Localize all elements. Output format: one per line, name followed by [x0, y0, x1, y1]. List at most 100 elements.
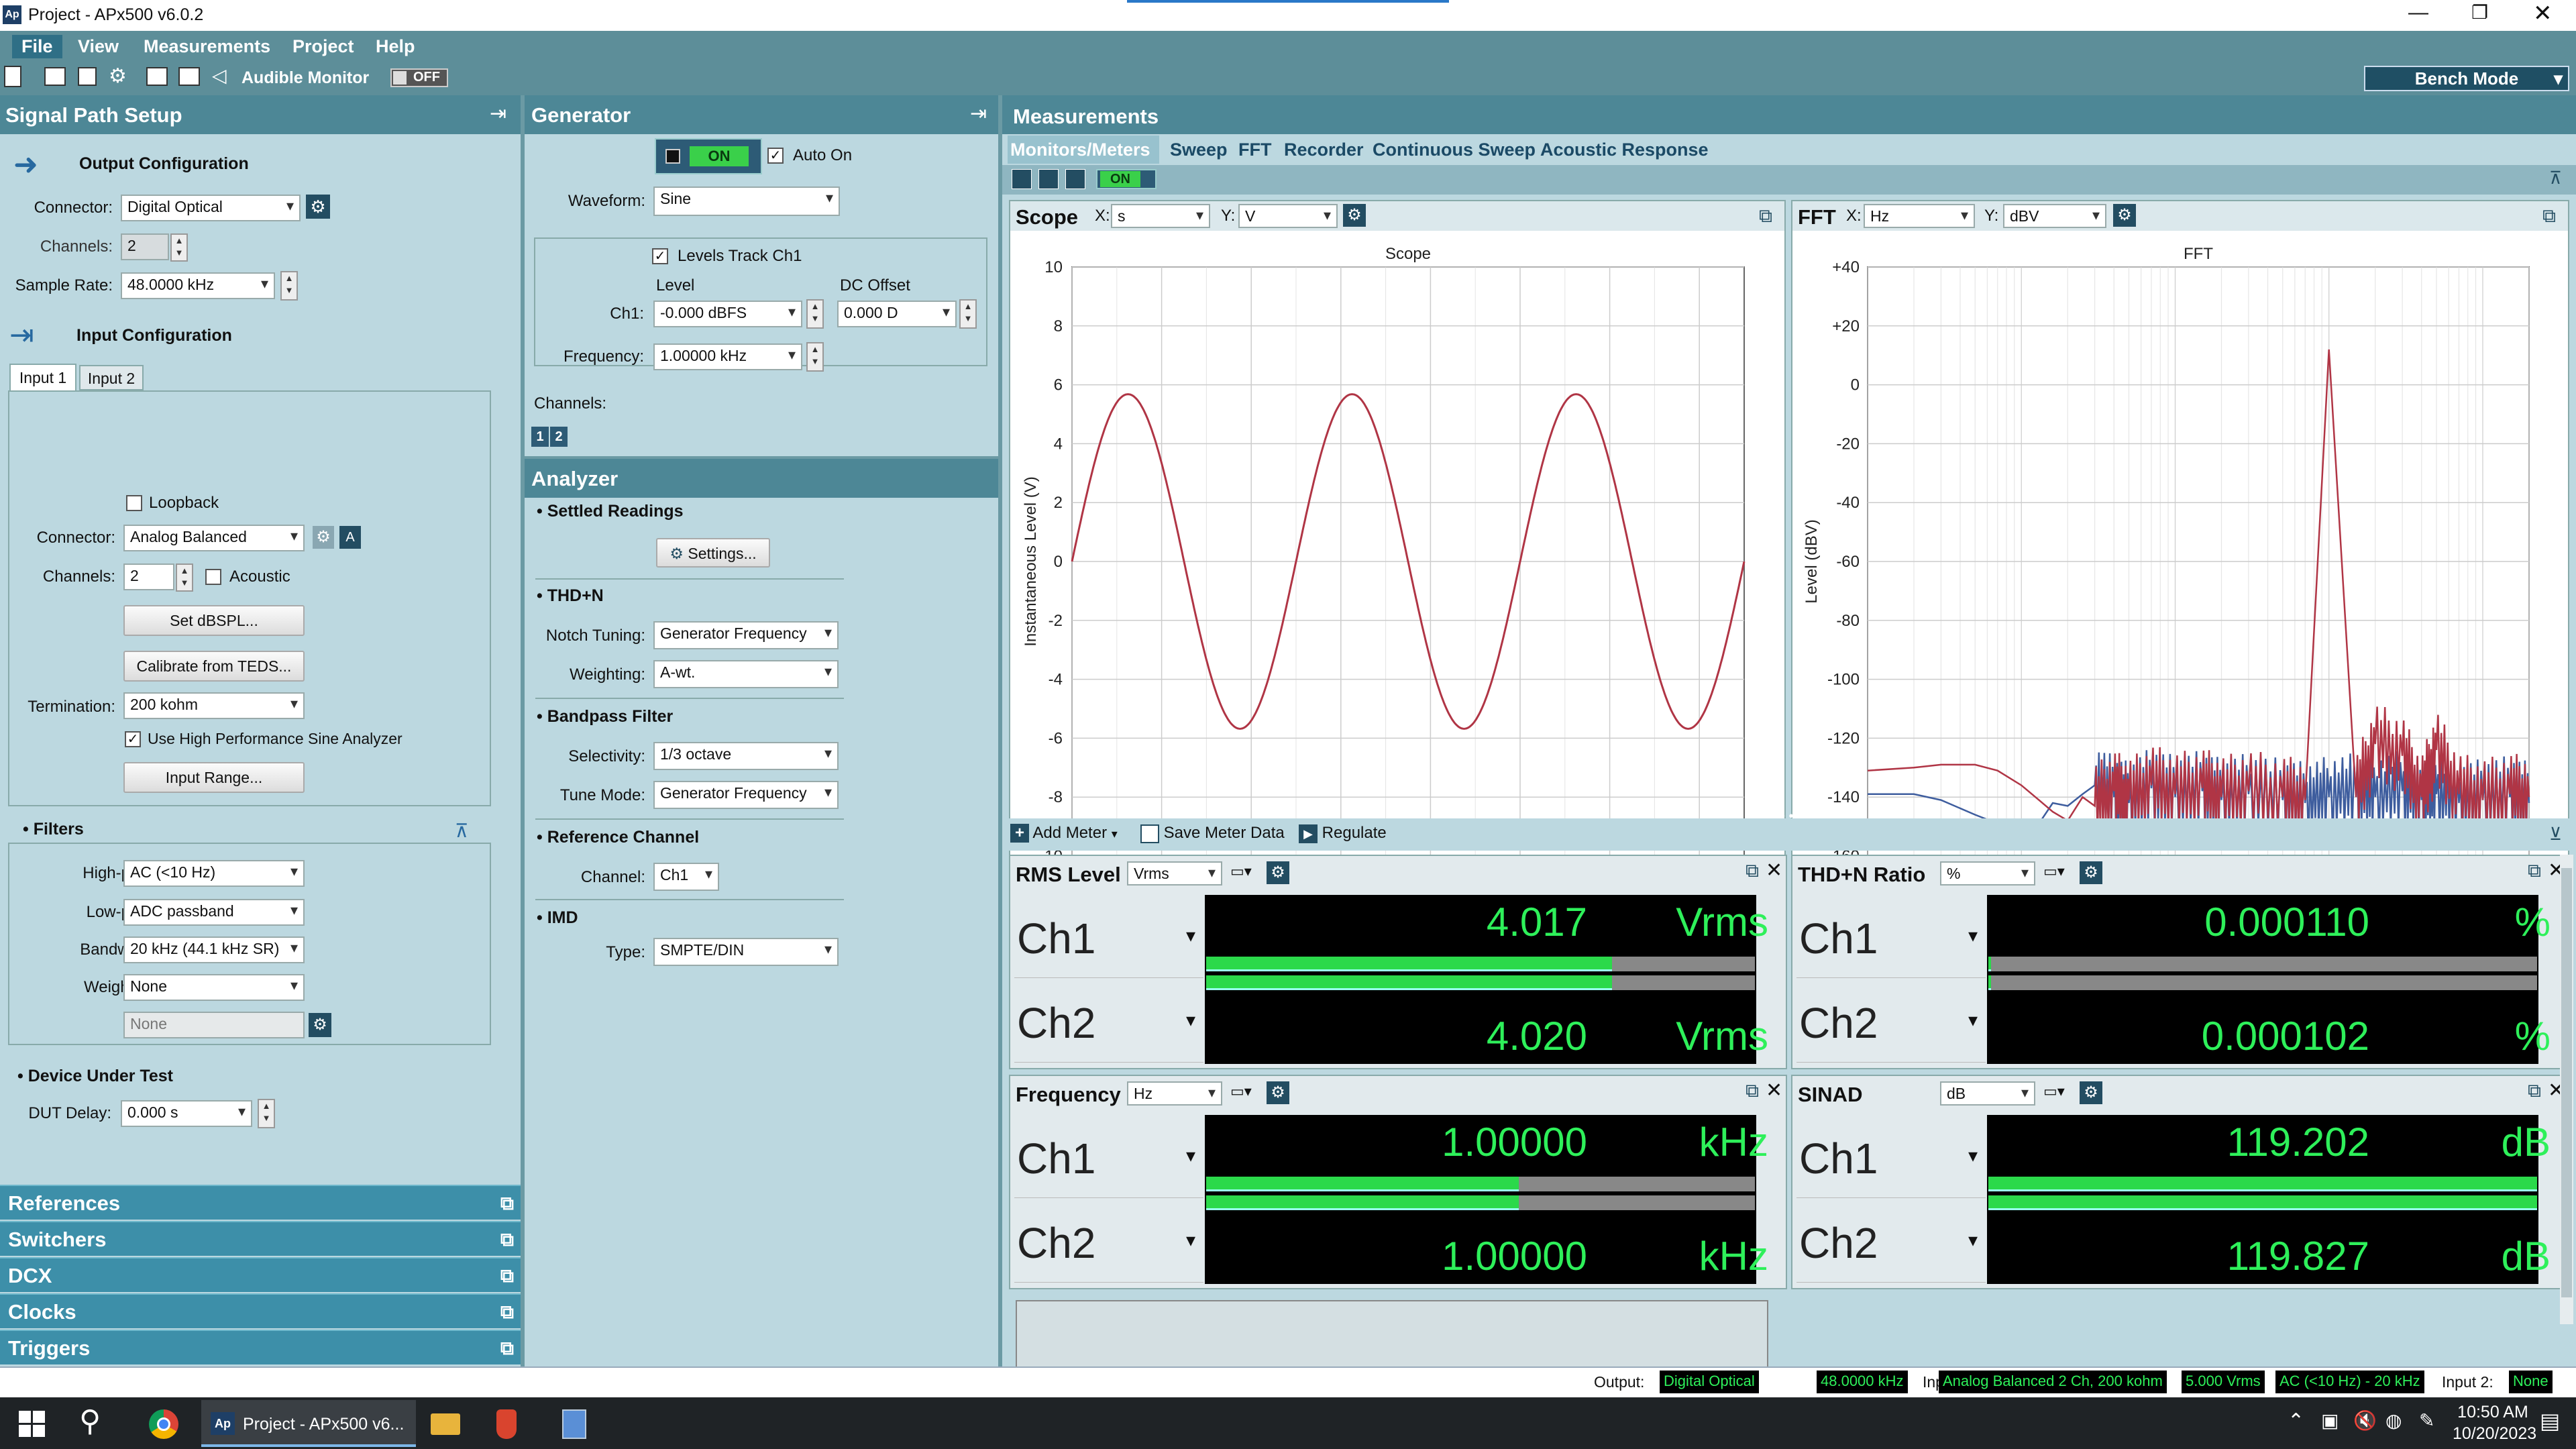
fft-x-select[interactable]: Hz	[1864, 204, 1975, 228]
meter-settings-icon[interactable]: ⚙	[2080, 861, 2102, 884]
meter-settings-icon[interactable]: ⚙	[1267, 1081, 1289, 1104]
meter-graph-icon[interactable]: ▭▾	[2043, 863, 2076, 883]
waveform-select[interactable]: Sine	[653, 186, 840, 216]
dut-delay-select[interactable]: 0.000 s	[121, 1100, 252, 1127]
new-file-icon[interactable]	[4, 66, 21, 87]
pin-icon[interactable]: ⊻	[2549, 824, 2562, 845]
high-perf-checkbox[interactable]: ✓	[125, 731, 141, 747]
chevron-down-icon[interactable]: ▾	[1186, 924, 1195, 947]
chevron-up-icon[interactable]: ⌃	[2288, 1409, 2304, 1433]
scope-y-select[interactable]: V	[1238, 204, 1338, 228]
acoustic-settings-icon[interactable]: A	[339, 526, 361, 549]
tab-continuous-sweep[interactable]: Continuous Sweep	[1373, 140, 1536, 160]
tune-select[interactable]: Generator Frequency	[653, 781, 839, 809]
eq-field[interactable]: None	[123, 1012, 305, 1038]
scroll-thumb[interactable]	[2561, 868, 2572, 1297]
taskbar-apx-app[interactable]: Ap Project - APx500 v6...	[201, 1400, 416, 1447]
popout-icon[interactable]: ⧉	[2528, 1080, 2541, 1102]
chevron-down-icon[interactable]: ▾	[1186, 1229, 1195, 1251]
chrome-icon[interactable]	[149, 1409, 178, 1439]
termination-select[interactable]: 200 kohm	[123, 692, 305, 719]
close-icon[interactable]: ✕	[1766, 859, 1782, 882]
meter-unit-select[interactable]: Hz	[1127, 1081, 1222, 1106]
auto-on-checkbox[interactable]: ✓	[767, 148, 784, 164]
meter-settings-icon[interactable]: ⚙	[2080, 1081, 2102, 1104]
clock-date[interactable]: 10/20/2023	[2453, 1424, 2536, 1444]
chevron-down-icon[interactable]: ▾	[1186, 1009, 1195, 1031]
ch1-level-select[interactable]: -0.000 dBFS	[653, 301, 802, 327]
tab-input-1[interactable]: Input 1	[9, 364, 76, 390]
sequence-icon[interactable]	[146, 67, 168, 86]
save-icon[interactable]	[78, 67, 97, 86]
audible-monitor-toggle[interactable]: OFF	[390, 68, 448, 87]
menu-project[interactable]: Project	[292, 36, 354, 57]
camera-icon[interactable]: ▣	[2321, 1409, 2339, 1432]
graph-icon[interactable]	[1065, 169, 1085, 189]
menu-file[interactable]: File	[12, 35, 62, 58]
popout-icon[interactable]: ⧉	[2528, 860, 2541, 882]
close-icon[interactable]: ✕	[2533, 0, 2553, 27]
meas-on-toggle[interactable]: ON	[1096, 169, 1157, 189]
in-channels-field[interactable]: 2	[123, 564, 174, 590]
meter-graph-icon[interactable]: ▭▾	[1230, 863, 1263, 883]
paint-icon[interactable]	[496, 1409, 517, 1439]
dut-delay-stepper[interactable]: ▲ ▼	[258, 1099, 275, 1128]
sequence-icon[interactable]	[1038, 169, 1059, 189]
selectivity-select[interactable]: 1/3 octave	[653, 742, 839, 770]
regulate-button[interactable]: ▶ Regulate	[1299, 824, 1387, 843]
out-connector-settings-icon[interactable]: ⚙	[306, 195, 330, 219]
chevron-down-icon[interactable]: ▾	[1968, 924, 1978, 947]
set-dbspl-button[interactable]: Set dBSPL...	[123, 605, 305, 636]
save-meter-button[interactable]: Save Meter Data	[1140, 824, 1285, 843]
chevron-down-icon[interactable]: ▾	[1968, 1009, 1978, 1031]
settings-button[interactable]: ⚙ Settings...	[656, 538, 770, 568]
section-dcx[interactable]: DCX ⧉	[0, 1257, 521, 1292]
tab-fft[interactable]: FFT	[1238, 140, 1271, 160]
network-icon[interactable]: ◍	[2385, 1409, 2402, 1432]
menu-help[interactable]: Help	[376, 36, 415, 57]
windows-start-icon[interactable]	[19, 1411, 46, 1438]
out-channels-stepper[interactable]: ▲ ▼	[170, 233, 188, 262]
lowpass-select[interactable]: ADC passband	[123, 899, 305, 926]
clock-time[interactable]: 10:50 AM	[2453, 1403, 2533, 1422]
fft-settings-icon[interactable]: ⚙	[2113, 204, 2136, 227]
popout-icon[interactable]: ⧉	[1746, 1080, 1759, 1102]
minimize-icon[interactable]: —	[2408, 1, 2428, 24]
speaker-icon[interactable]: ◁	[212, 64, 227, 87]
popout-icon[interactable]: ⧉	[1759, 205, 1772, 227]
scope-x-select[interactable]: s	[1111, 204, 1210, 228]
close-icon[interactable]: ✕	[1766, 1079, 1782, 1102]
tab-recorder[interactable]: Recorder	[1284, 140, 1364, 160]
meters-scrollbar[interactable]	[2560, 855, 2573, 1324]
acoustic-checkbox[interactable]	[205, 569, 221, 585]
tab-input-2[interactable]: Input 2	[79, 365, 144, 390]
loopback-checkbox[interactable]	[126, 495, 142, 511]
section-clocks[interactable]: Clocks ⧉	[0, 1293, 521, 1328]
pen-icon[interactable]: ✎	[2419, 1409, 2434, 1432]
frequency-stepper[interactable]: ▲ ▼	[806, 342, 824, 372]
volume-muted-icon[interactable]: 🔇	[2353, 1409, 2377, 1432]
tab-acoustic-response[interactable]: Acoustic Response	[1540, 140, 1709, 160]
chevron-down-icon[interactable]: ▾	[1186, 1144, 1195, 1167]
menu-measurements[interactable]: Measurements	[144, 36, 270, 57]
eq-settings-icon[interactable]: ⚙	[309, 1013, 331, 1037]
config-icon[interactable]	[1012, 169, 1032, 189]
meter-graph-icon[interactable]: ▭▾	[1230, 1083, 1263, 1103]
folder-icon[interactable]	[431, 1413, 460, 1435]
imd-type-select[interactable]: SMPTE/DIN	[653, 938, 839, 966]
meter-unit-select[interactable]: dB	[1940, 1081, 2035, 1106]
graph-icon[interactable]	[178, 67, 200, 86]
chevron-down-icon[interactable]: ▾	[1968, 1229, 1978, 1251]
menu-view[interactable]: View	[78, 36, 119, 57]
search-icon[interactable]: ⚲	[79, 1404, 101, 1438]
out-channels-field[interactable]: 2	[121, 233, 169, 260]
ch1-dc-select[interactable]: 0.000 D	[837, 301, 957, 327]
section-switchers[interactable]: Switchers ⧉	[0, 1221, 521, 1256]
ch1-dc-stepper[interactable]: ▲ ▼	[959, 299, 977, 329]
in-channels-stepper[interactable]: ▲ ▼	[176, 564, 193, 592]
frequency-select[interactable]: 1.00000 kHz	[653, 343, 802, 370]
meter-unit-select[interactable]: %	[1940, 861, 2035, 885]
tab-sweep[interactable]: Sweep	[1170, 140, 1228, 160]
calculator-icon[interactable]	[562, 1409, 586, 1439]
meter-unit-select[interactable]: Vrms	[1127, 861, 1222, 885]
